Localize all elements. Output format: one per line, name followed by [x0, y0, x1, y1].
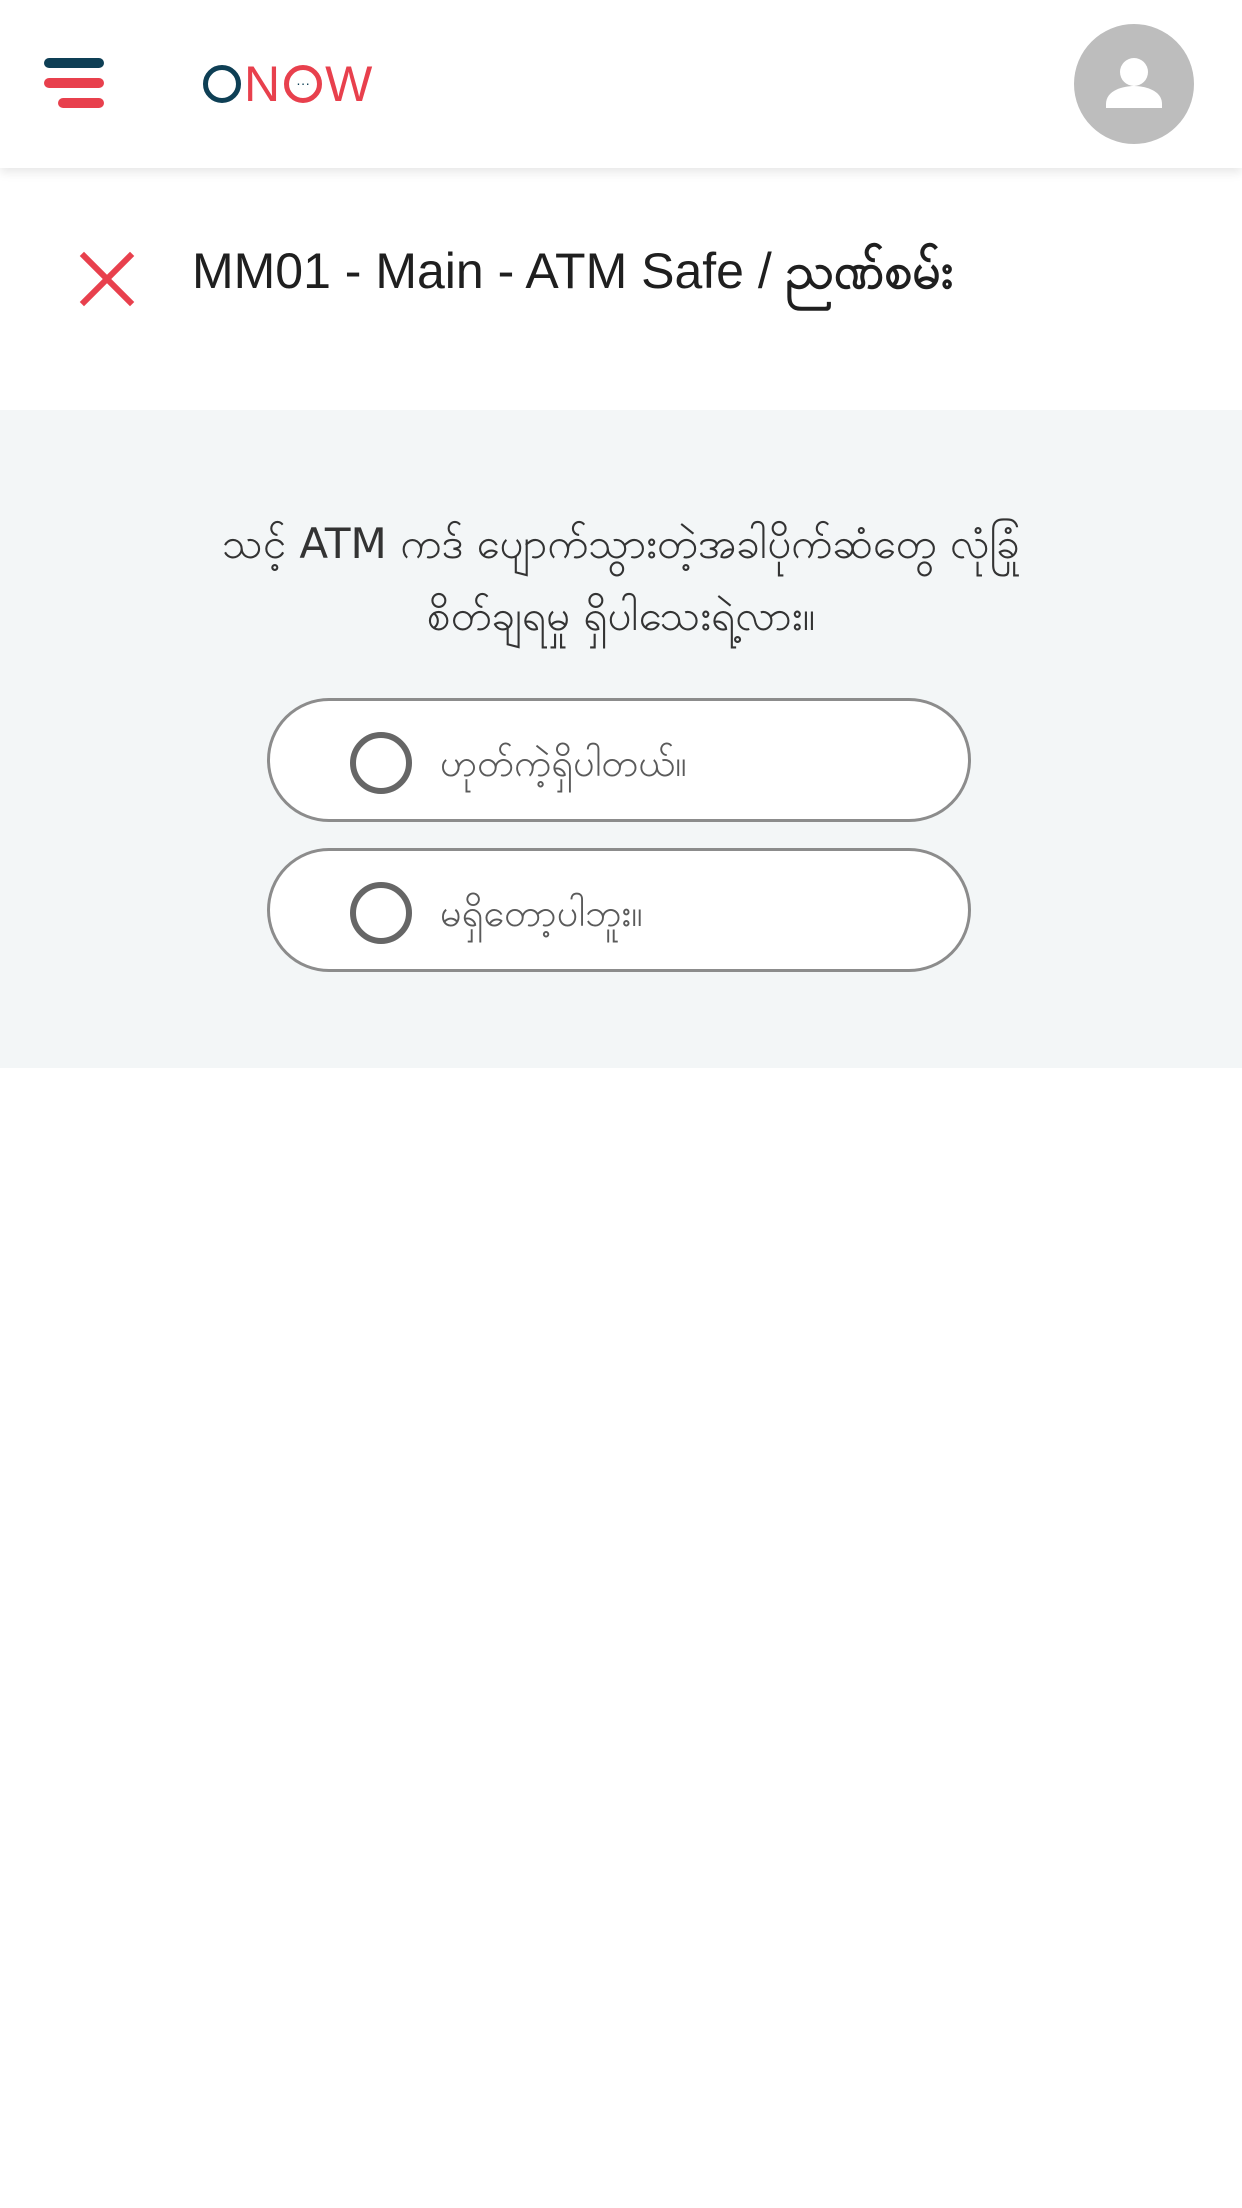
person-icon — [1106, 58, 1162, 108]
lesson-title-row: MM01 - Main - ATM Safe / ညဏ်စမ်း — [0, 168, 1242, 410]
question-line-2: စိတ်ချရမှု ရှိပါသေးရဲ့လား။ — [426, 591, 816, 640]
answer-option-yes[interactable]: ဟုတ်ကဲ့ရှိပါတယ်။ — [267, 698, 971, 822]
logo-dots: ··· — [296, 75, 311, 91]
page-title-suffix: ညဏ်စမ်း — [785, 243, 954, 299]
onow-logo: N ··· W — [200, 54, 373, 114]
close-x-shape — [79, 251, 135, 307]
menu-bar-bottom — [58, 98, 104, 108]
quiz-question-panel: သင့် ATM ကဒ် ပျောက်သွားတဲ့အခါပိုက်ဆံတွေ … — [0, 410, 1242, 1068]
answer-option-label: မရှိတော့ပါဘူး။ — [440, 891, 643, 935]
logo-ring-red: ··· — [284, 65, 323, 103]
page-title: MM01 - Main - ATM Safe / ညဏ်စမ်း — [192, 240, 1192, 313]
menu-bar-middle — [44, 78, 104, 88]
answer-option-label: ဟုတ်ကဲ့ရှိပါတယ်။ — [440, 741, 687, 785]
app-screen: N ··· W MM01 - Main - ATM Safe / ညဏ်စမ်း — [0, 0, 1242, 2208]
top-app-bar: N ··· W — [0, 0, 1242, 168]
radio-unchecked-icon[interactable] — [350, 732, 412, 794]
menu-bar-top — [44, 58, 104, 68]
hamburger-menu-icon[interactable] — [44, 52, 124, 116]
question-text: သင့် ATM ကဒ် ပျောက်သွားတဲ့အခါပိုက်ဆံတွေ … — [121, 508, 1121, 652]
logo-ring-navy — [203, 65, 241, 103]
profile-avatar-button[interactable] — [1074, 24, 1194, 144]
answer-option-no[interactable]: မရှိတော့ပါဘူး။ — [267, 848, 971, 972]
radio-unchecked-icon[interactable] — [350, 882, 412, 944]
logo-letter-n: N — [244, 56, 282, 112]
close-icon[interactable] — [78, 250, 136, 308]
page-title-prefix: MM01 - Main - ATM Safe / — [192, 243, 786, 299]
question-line-1: သင့် ATM ကဒ် ပျောက်သွားတဲ့အခါပိုက်ဆံတွေ … — [222, 519, 1020, 568]
logo-letter-w: W — [325, 56, 374, 112]
